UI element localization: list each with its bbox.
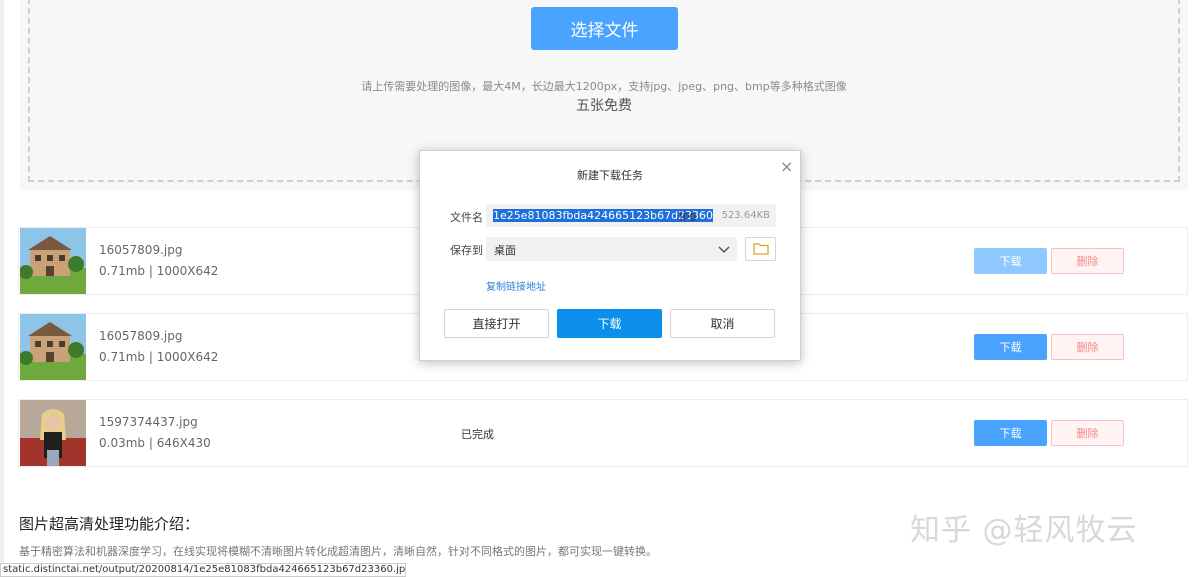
chevron-down-icon xyxy=(717,241,731,255)
save-location-select[interactable]: 桌面 xyxy=(486,237,737,261)
download-dialog: 新建下载任务 × 文件名 1e25e81083fbda424665123b67d… xyxy=(419,150,801,361)
choose-file-button[interactable]: 选择文件 xyxy=(531,7,678,50)
delete-button[interactable]: 删除 xyxy=(1051,248,1124,274)
house-thumbnail xyxy=(20,314,86,380)
delete-button[interactable]: 删除 xyxy=(1051,334,1124,360)
upload-hint: 请上传需要处理的图像，最大4M，长边最大1200px，支持jpg、jpeg、pn… xyxy=(361,80,847,93)
save-to-label: 保存到 xyxy=(450,244,483,257)
file-meta: 0.71mb | 1000X642 xyxy=(99,350,219,364)
left-edge xyxy=(0,0,4,577)
file-status: 已完成 xyxy=(461,428,494,441)
copy-link-address[interactable]: 复制链接地址 xyxy=(486,278,546,293)
folder-icon xyxy=(752,240,769,259)
house-thumbnail xyxy=(20,228,86,294)
intro-title: 图片超高清处理功能介绍： xyxy=(19,515,200,533)
file-meta: 0.03mb | 646X430 xyxy=(99,436,211,450)
file-name: 1597374437.jpg xyxy=(99,415,198,429)
file-size: 523.64KB xyxy=(721,210,770,221)
cancel-button[interactable]: 取消 xyxy=(670,309,775,338)
filename-field[interactable]: 1e25e81083fbda424665123b67d23360 .jpg 52… xyxy=(486,204,776,227)
file-name: 16057809.jpg xyxy=(99,329,183,343)
filename-label: 文件名 xyxy=(450,211,483,224)
status-bar-url: static.distinctai.net/output/20200814/1e… xyxy=(0,563,406,577)
download-button[interactable]: 下载 xyxy=(974,420,1047,446)
dialog-title: 新建下载任务 xyxy=(577,169,643,182)
browse-folder-button[interactable] xyxy=(745,237,776,261)
save-location-value: 桌面 xyxy=(494,244,516,257)
intro-description: 基于精密算法和机器深度学习，在线实现将模糊不清晰图片转化成超清图片，清晰自然，针… xyxy=(19,545,657,558)
download-button[interactable]: 下载 xyxy=(974,248,1047,274)
open-directly-button[interactable]: 直接打开 xyxy=(444,309,549,338)
download-confirm-button[interactable]: 下载 xyxy=(557,309,662,338)
delete-button[interactable]: 删除 xyxy=(1051,420,1124,446)
close-icon[interactable]: × xyxy=(780,157,793,176)
watermark: 知乎 @轻风牧云 xyxy=(910,513,1138,548)
portrait-thumbnail xyxy=(20,400,86,466)
file-name: 16057809.jpg xyxy=(99,243,183,257)
free-quota-label: 五张免费 xyxy=(576,98,632,114)
file-row: 1597374437.jpg 0.03mb | 646X430 已完成 下载 删… xyxy=(18,399,1188,467)
filename-extension: .jpg xyxy=(676,209,697,222)
file-meta: 0.71mb | 1000X642 xyxy=(99,264,219,278)
download-button[interactable]: 下载 xyxy=(974,334,1047,360)
